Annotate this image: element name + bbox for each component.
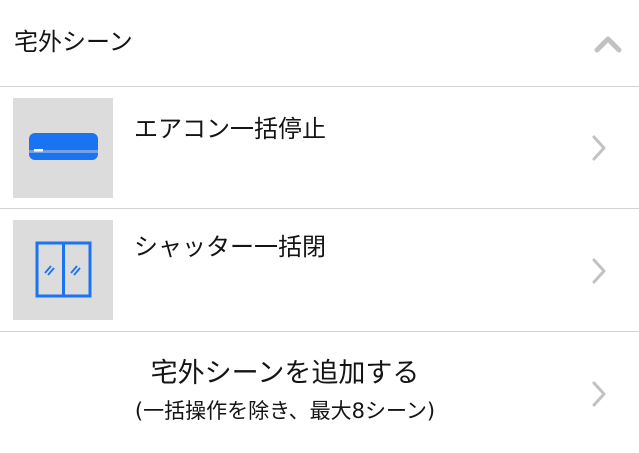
add-scene-label: 宅外シーンを追加する [150, 358, 420, 389]
add-scene-note: (一括操作を除き、最大8シーン) [134, 399, 436, 423]
scene-item-aircon-stop[interactable]: エアコン一括停止 [0, 87, 639, 209]
window-shutter-icon [35, 241, 92, 298]
outdoor-scenes-panel: 宅外シーン エアコン一括停止 シャッター一括閉 宅外シーンを追加する (一括操作… [0, 0, 639, 453]
scene-thumbnail [13, 220, 113, 320]
chevron-right-icon [587, 377, 611, 411]
chevron-right-icon [587, 131, 611, 165]
scene-label: シャッター一括閉 [134, 233, 326, 261]
chevron-right-icon [587, 254, 611, 288]
section-header[interactable]: 宅外シーン [0, 0, 639, 87]
scene-thumbnail [13, 98, 113, 198]
chevron-up-icon[interactable] [586, 28, 630, 58]
scene-label: エアコン一括停止 [134, 115, 326, 143]
air-conditioner-icon [29, 133, 98, 160]
add-scene-button[interactable]: 宅外シーンを追加する (一括操作を除き、最大8シーン) [0, 332, 639, 453]
section-title: 宅外シーン [14, 28, 133, 56]
scene-item-shutter-close[interactable]: シャッター一括閉 [0, 209, 639, 332]
